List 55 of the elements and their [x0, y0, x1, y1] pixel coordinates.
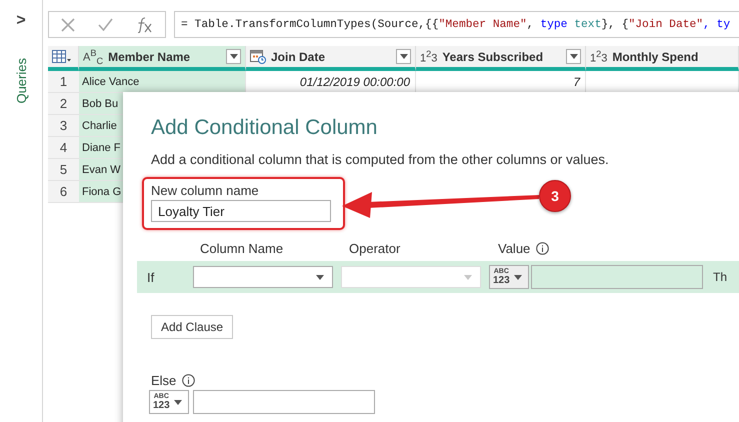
column-name-field[interactable]: Loyalty Tier — [151, 200, 331, 222]
caret-icon — [464, 274, 472, 280]
value-heading: Value — [498, 241, 530, 256]
caret-icon — [230, 54, 238, 59]
column-header[interactable]: A$^{B}$$_{C}$ Member Name — [79, 46, 246, 71]
column-dropdown[interactable] — [193, 266, 333, 288]
row-number: 2 — [48, 93, 79, 115]
dialog-title: Add Conditional Column — [151, 116, 378, 140]
row-number: 4 — [48, 137, 79, 159]
column-header[interactable]: Join Date — [246, 46, 416, 71]
row-number: 5 — [48, 159, 79, 181]
table-menu[interactable] — [48, 46, 79, 71]
table-cell: 01/12/2019 00:00:00 — [300, 74, 410, 88]
else-field[interactable] — [193, 390, 375, 414]
operator-heading: Operator — [349, 241, 402, 256]
row-number: 1 — [48, 71, 79, 93]
field-label: New column name — [151, 183, 260, 198]
value-field[interactable] — [531, 265, 703, 289]
table-cell: 7 — [573, 74, 580, 88]
caret-icon — [400, 54, 408, 59]
row-number: 3 — [48, 115, 79, 137]
table-cell: Fiona G — [82, 186, 122, 198]
else-label: Else — [151, 373, 176, 388]
type-label: 1$^{2}$3 — [420, 48, 438, 64]
table-icon — [52, 50, 72, 64]
column-name-heading: Column Name — [200, 241, 284, 256]
type-label: 1$^{2}$3 — [590, 48, 608, 64]
info-icon — [182, 374, 196, 387]
column-header[interactable]: 1$^{2}$3 Years Subscribed — [416, 46, 586, 71]
filter-dropdown[interactable] — [226, 49, 241, 64]
check-icon[interactable] — [98, 18, 112, 31]
queries-title[interactable]: Queries — [14, 58, 28, 104]
dialog-description: Add a conditional column that is computed from the other columns or values. — [151, 152, 610, 167]
row-number: 6 — [48, 181, 79, 203]
cancel-icon[interactable] — [60, 18, 74, 32]
if-label: If — [147, 270, 156, 284]
filter-dropdown[interactable] — [566, 49, 581, 64]
caret-icon — [316, 274, 324, 280]
table-cell: Charlie — [82, 120, 117, 132]
expand-button[interactable]: > — [16, 12, 26, 30]
table-cell: Bob Bu — [82, 98, 118, 110]
table-cell: Evan W — [82, 164, 121, 176]
then-label: Th — [713, 270, 728, 284]
caret-icon — [570, 54, 578, 59]
caret-icon — [514, 274, 522, 280]
filter-dropdown[interactable] — [396, 49, 411, 64]
function-icon[interactable] — [136, 16, 154, 32]
caret-icon — [174, 400, 182, 404]
formula-text[interactable]: = Table.TransformColumnTypes(Source,{{"Member Name", type text}, {"Join Date", ty — [174, 11, 739, 38]
calendar-clock-icon — [250, 49, 266, 64]
table-cell: Alice Vance — [82, 76, 140, 88]
info-icon — [536, 242, 550, 255]
table-cell: Diane F — [82, 142, 121, 154]
add-clause-button[interactable]: Add Clause — [151, 315, 234, 339]
column-header[interactable]: 1$^{2}$3 Monthly Spend — [586, 46, 739, 71]
